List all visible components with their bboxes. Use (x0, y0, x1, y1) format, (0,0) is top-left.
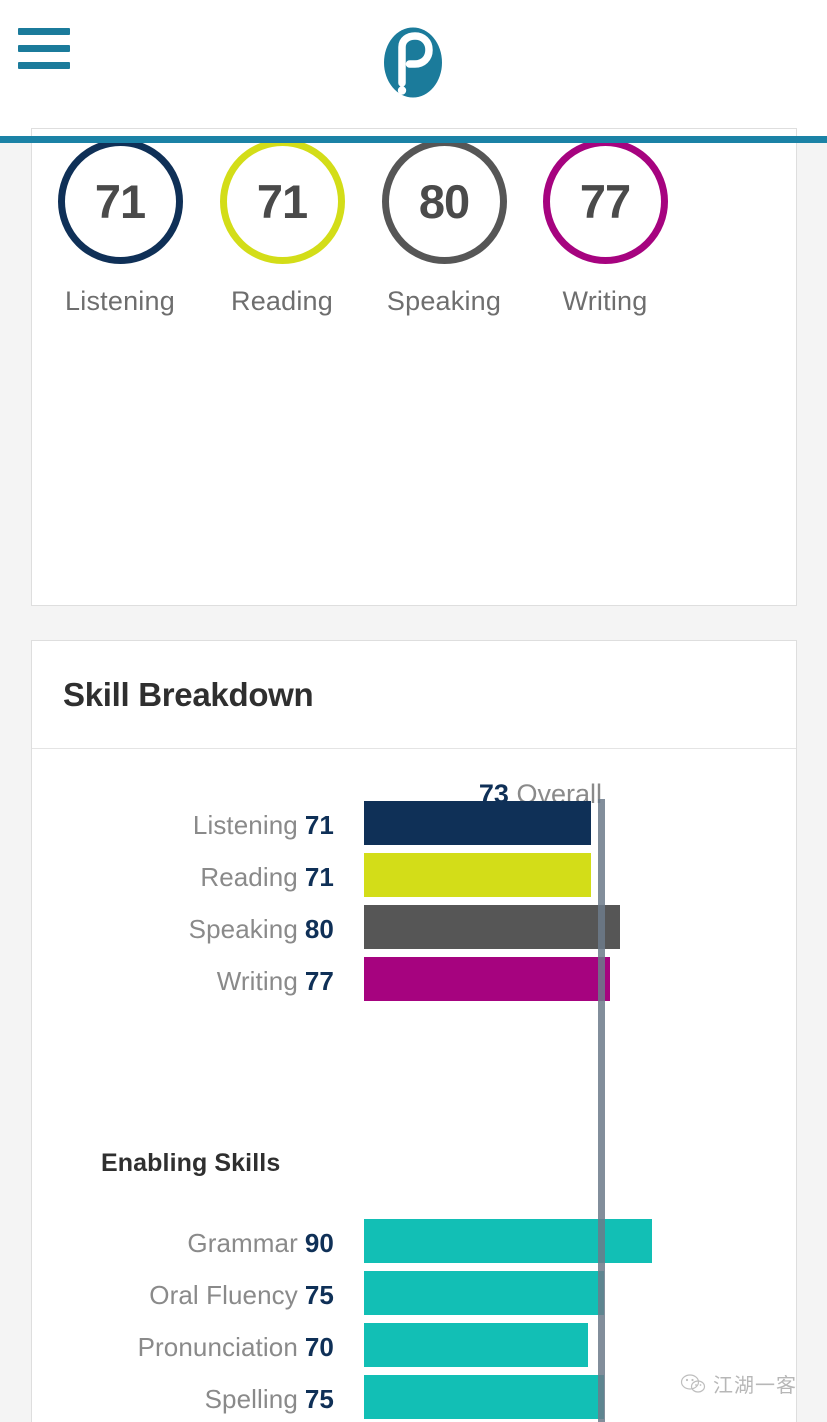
score-item-writing[interactable]: 77 Writing (525, 139, 685, 317)
bar-value-text: 75 (304, 1383, 334, 1414)
score-label-reading: Reading (231, 286, 333, 316)
bar-fill-reading (364, 853, 591, 897)
score-label-speaking: Speaking (386, 286, 502, 316)
wechat-icon (680, 1373, 706, 1393)
bar-fill-listening (364, 801, 591, 845)
bar-label-text: Pronunciation (137, 1331, 298, 1362)
bar-label-text: Oral Fluency (149, 1279, 298, 1310)
bar-row-grammar[interactable]: Grammar 90 (32, 1217, 766, 1269)
bar-value-text: 75 (304, 1279, 334, 1310)
hamburger-bar (18, 62, 70, 69)
bar-row-reading[interactable]: Reading 71 (32, 851, 766, 903)
enabling-skills-bars: Grammar 90 Oral Fluency 75 Pronunciation… (32, 1217, 766, 1422)
score-circle-speaking: 80 (381, 139, 507, 264)
communicative-skills-bars: Listening 71 Reading 71 Speaking 80 Writ… (32, 799, 766, 1007)
bar-value-text: 90 (304, 1227, 334, 1258)
bar-value-text: 71 (304, 809, 334, 840)
score-circle-reading: 71 (219, 139, 345, 264)
bar-track (364, 955, 766, 1007)
bar-fill-oral-fluency (364, 1271, 604, 1315)
bar-row-speaking[interactable]: Speaking 80 (32, 903, 766, 955)
bar-track (364, 1217, 766, 1269)
bar-row-pronunciation[interactable]: Pronunciation 70 (32, 1321, 766, 1373)
bar-label-speaking: Speaking 80 (32, 914, 334, 945)
score-item-reading[interactable]: 71 Reading (202, 139, 362, 317)
score-label-listening: Listening (65, 286, 175, 316)
bar-label-text: Grammar (187, 1227, 298, 1258)
bar-row-oral-fluency[interactable]: Oral Fluency 75 (32, 1269, 766, 1321)
bar-row-writing[interactable]: Writing 77 (32, 955, 766, 1007)
bar-label-reading: Reading 71 (32, 862, 334, 893)
enabling-skills-heading: Enabling Skills (101, 1149, 281, 1177)
bar-label-spelling: Spelling 75 (32, 1384, 334, 1415)
bar-label-text: Listening (192, 809, 298, 840)
bar-label-grammar: Grammar 90 (32, 1228, 334, 1259)
bar-label-listening: Listening 71 (32, 810, 334, 841)
watermark-text: 江湖一客 (713, 1373, 797, 1397)
score-summary-card: 71 Listening 71 Reading 80 Speaking 77 W… (31, 128, 797, 606)
score-label-writing: Writing (562, 286, 648, 316)
overall-reference-line (598, 799, 605, 1422)
bar-value-text: 77 (304, 965, 334, 996)
bar-label-writing: Writing 77 (32, 966, 334, 997)
bar-label-oral-fluency: Oral Fluency 75 (32, 1280, 334, 1311)
app-header (0, 0, 827, 136)
skill-breakdown-body: 73 Overall Listening 71 Reading 71 Speak… (32, 749, 796, 1422)
bar-row-spelling[interactable]: Spelling 75 (32, 1373, 766, 1422)
score-circle-row: 71 Listening 71 Reading 80 Speaking 77 W… (32, 129, 796, 329)
page-title: Skill Breakdown (63, 675, 314, 713)
bar-label-text: Reading (200, 861, 298, 892)
bar-track (364, 1321, 766, 1373)
bar-fill-writing (364, 957, 610, 1001)
skill-breakdown-card: Skill Breakdown 73 Overall Listening71 (31, 640, 797, 1422)
bar-track (364, 799, 766, 851)
bar-value-text: 70 (304, 1331, 334, 1362)
pte-score-report-page: 71 Listening 71 Reading 80 Speaking 77 W… (0, 0, 827, 1422)
bar-fill-spelling (364, 1375, 604, 1419)
bar-row-listening[interactable]: Listening 71 (32, 799, 766, 851)
score-value-writing: 77 (579, 175, 631, 228)
bar-label-text: Spelling (204, 1383, 298, 1414)
header-divider-rule (0, 136, 827, 143)
hamburger-bar (18, 45, 70, 52)
pearson-logo-icon[interactable] (382, 25, 444, 100)
watermark: 江湖一客 (680, 1369, 797, 1398)
bar-track (364, 903, 766, 955)
bar-label-pronunciation: Pronunciation 70 (32, 1332, 334, 1363)
score-value-speaking: 80 (418, 175, 470, 228)
hamburger-menu-icon[interactable] (18, 28, 70, 70)
bar-fill-speaking (364, 905, 620, 949)
score-item-listening[interactable]: 71 Listening (40, 139, 200, 317)
bar-label-text: Speaking (188, 913, 298, 944)
bar-fill-grammar (364, 1219, 652, 1263)
bar-track (364, 1269, 766, 1321)
skill-breakdown-header: Skill Breakdown (32, 641, 796, 749)
bar-fill-pronunciation (364, 1323, 588, 1367)
score-circle-writing: 77 (542, 139, 668, 264)
bar-value-text: 80 (304, 913, 334, 944)
score-circle-listening: 71 (57, 139, 183, 264)
hamburger-bar (18, 28, 70, 35)
score-value-listening: 71 (94, 175, 146, 228)
bar-track (364, 851, 766, 903)
score-item-speaking[interactable]: 80 Speaking (364, 139, 524, 317)
score-value-reading: 71 (256, 175, 308, 228)
bar-label-text: Writing (216, 965, 298, 996)
bar-value-text: 71 (304, 861, 334, 892)
